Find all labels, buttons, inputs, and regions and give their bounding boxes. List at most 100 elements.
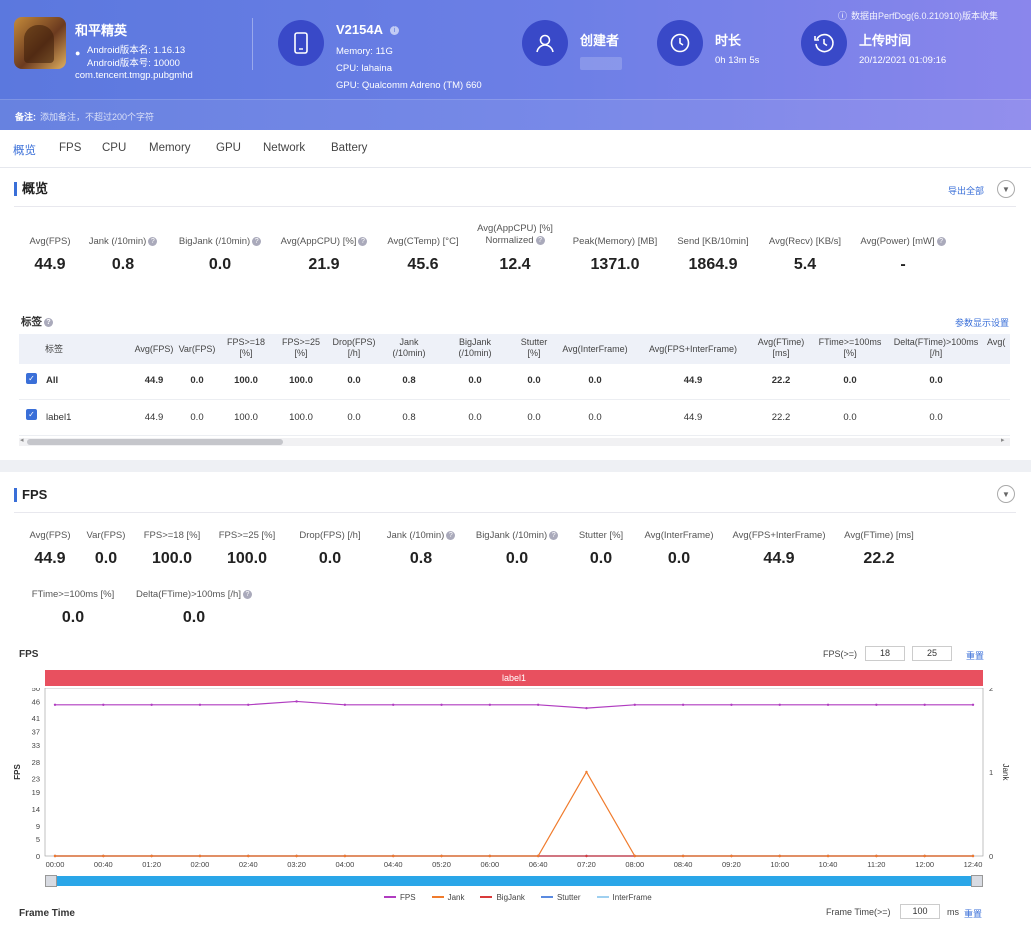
report-header: 和平精英 ● Android版本名: 1.16.13 Android版本号: 1…: [0, 0, 1031, 130]
slider-left-handle[interactable]: [45, 875, 57, 887]
info-icon[interactable]: i: [390, 26, 399, 35]
legend-item[interactable]: FPS: [384, 891, 416, 903]
help-icon[interactable]: ?: [148, 237, 158, 246]
upload-label: 上传时间: [859, 33, 912, 48]
tab-gpu[interactable]: GPU: [216, 142, 241, 154]
help-icon[interactable]: ?: [535, 236, 545, 245]
col-fps18: FPS>=18 [%]: [226, 337, 266, 358]
fps-threshold-input-1[interactable]: 18: [865, 646, 905, 661]
col-stutter: Stutter [%]: [520, 337, 548, 358]
fps-metric-jank: Jank (/10min)? 0.8: [378, 530, 464, 568]
note-input[interactable]: 添加备注，不超过200个字符: [40, 110, 154, 123]
fps-metric-stutter: Stutter [%] 0.0: [578, 530, 624, 567]
help-icon[interactable]: ?: [44, 318, 53, 327]
legend-item[interactable]: Stutter: [540, 891, 581, 903]
fps-threshold-input-2[interactable]: 25: [912, 646, 952, 661]
data-point-jank: [343, 854, 347, 858]
duration-label: 时长: [715, 33, 742, 48]
x-tick-label: 02:00: [191, 860, 210, 869]
cell: 44.9: [144, 375, 164, 386]
scrollbar-thumb[interactable]: [27, 439, 283, 445]
table-scrollbar[interactable]: ◂ ▸: [19, 436, 1010, 446]
help-icon[interactable]: ?: [242, 590, 252, 599]
tab-battery[interactable]: Battery: [331, 142, 367, 154]
fps-section-title: FPS: [14, 488, 47, 502]
x-tick-label: 07:20: [577, 860, 596, 869]
legend-swatch: [480, 896, 493, 898]
data-point-jank: [875, 854, 878, 858]
y-tick-label: 50: [32, 688, 40, 693]
row-checkbox[interactable]: ✓: [26, 373, 37, 384]
frame-time-input[interactable]: 100: [900, 904, 940, 919]
col-drop-fps: Drop(FPS) [/h]: [332, 337, 376, 358]
cell: 22.2: [771, 412, 791, 423]
cell: 0.0: [929, 375, 943, 386]
col-label: 标签: [44, 344, 63, 354]
tab-overview[interactable]: 概览: [13, 142, 36, 158]
data-point-fps: [247, 703, 250, 706]
data-point-jank: [392, 854, 395, 858]
scroll-right-arrow[interactable]: ▸: [1001, 436, 1005, 444]
legend-label: InterFrame: [612, 892, 652, 902]
help-icon[interactable]: ?: [446, 531, 456, 540]
slider-right-handle[interactable]: [971, 875, 983, 887]
fps-threshold-reset-button[interactable]: 重置: [966, 649, 984, 662]
cell: 0.8: [402, 375, 416, 386]
frame-time-reset-button[interactable]: 重置: [964, 907, 982, 920]
x-tick-label: 06:40: [529, 860, 548, 869]
y2-tick-label: 1: [989, 768, 993, 777]
metric-app-cpu-normalized: Avg(AppCPU) [%] Normalized? 12.4: [477, 223, 553, 273]
data-point-jank: [923, 854, 926, 858]
cell: 44.9: [683, 375, 703, 386]
cell: 0.0: [843, 375, 857, 386]
data-point-fps: [53, 703, 57, 706]
y-tick-label: 41: [32, 714, 40, 723]
label-bar: label1: [45, 670, 983, 686]
data-point-fps: [585, 706, 588, 710]
fps-metric-ftime: Avg(FTime) [ms] 22.2: [844, 530, 914, 567]
tab-memory[interactable]: Memory: [149, 142, 191, 154]
legend-item[interactable]: Jank: [431, 891, 464, 903]
display-settings-link[interactable]: 参数显示设置: [955, 316, 1009, 329]
x-tick-label: 12:00: [915, 860, 934, 869]
user-icon: [522, 20, 568, 66]
legend-item[interactable]: BigJank: [480, 891, 525, 903]
overview-collapse-button[interactable]: ▼: [997, 180, 1015, 198]
data-point-fps: [971, 703, 975, 706]
legend-swatch: [431, 896, 444, 898]
cell: 0.0: [347, 412, 361, 423]
tab-network[interactable]: Network: [263, 142, 305, 154]
tab-fps[interactable]: FPS: [59, 142, 81, 154]
metric-send: Send [KB/10min] 1864.9: [677, 236, 749, 273]
tab-cpu[interactable]: CPU: [102, 142, 126, 154]
y-tick-label: 14: [32, 805, 40, 814]
legend-item[interactable]: InterFrame: [596, 891, 652, 903]
chart-range-slider[interactable]: [45, 875, 983, 887]
fps-metric-fps-interframe: Avg(FPS+InterFrame) 44.9: [732, 530, 826, 567]
help-icon[interactable]: ?: [936, 237, 946, 246]
labels-title: 标签?: [21, 314, 53, 329]
fps-collapse-button[interactable]: ▼: [997, 485, 1015, 503]
col-avg-fps: Avg(FPS): [134, 344, 174, 354]
col-interframe: Avg(InterFrame): [562, 344, 628, 354]
data-point-jank: [730, 854, 733, 858]
help-icon[interactable]: ?: [549, 531, 559, 540]
data-point-jank: [198, 854, 202, 858]
device-name: V2154A: [336, 22, 383, 37]
data-point-fps: [730, 703, 733, 706]
help-icon[interactable]: ?: [358, 237, 368, 246]
row-checkbox[interactable]: ✓: [26, 409, 37, 420]
x-tick-label: 00:40: [94, 860, 113, 869]
y-axis-label: FPS: [13, 764, 22, 780]
data-point-jank: [150, 854, 153, 858]
header-divider: [252, 18, 253, 70]
scroll-left-arrow[interactable]: ◂: [20, 436, 24, 444]
data-point-fps: [198, 703, 202, 706]
x-tick-label: 04:40: [384, 860, 403, 869]
legend-swatch: [596, 896, 609, 898]
help-icon[interactable]: ?: [252, 237, 262, 246]
x-tick-label: 01:20: [142, 860, 161, 869]
export-all-button[interactable]: 导出全部: [948, 184, 984, 197]
data-point-fps: [778, 703, 781, 706]
data-point-fps: [150, 703, 153, 706]
